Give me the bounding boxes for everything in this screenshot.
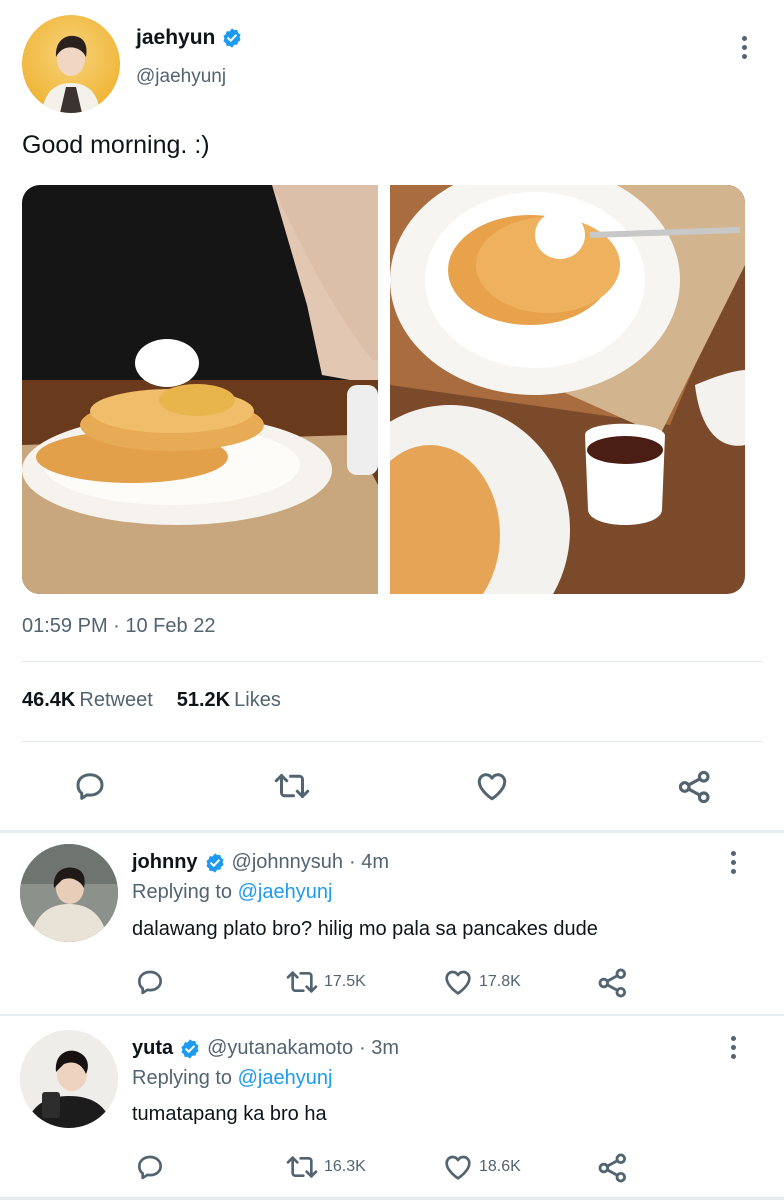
reply-time: · 3m bbox=[359, 1037, 400, 1059]
more-icon[interactable] bbox=[740, 36, 748, 59]
tweet-photo-1[interactable] bbox=[22, 185, 378, 594]
section-separator bbox=[0, 830, 784, 833]
reply-handle: @yutanakamoto bbox=[207, 1037, 354, 1059]
tweet-text: Good morning. :) bbox=[22, 131, 210, 159]
divider bbox=[22, 661, 762, 662]
likes-stat[interactable]: 51.2K Likes bbox=[177, 689, 281, 712]
retweet-button[interactable]: 17.5K bbox=[284, 966, 366, 998]
reply-avatar-johnny[interactable] bbox=[20, 844, 118, 942]
likes-count: 51.2K bbox=[176, 689, 231, 711]
retweet-button[interactable] bbox=[272, 768, 312, 804]
share-icon bbox=[678, 770, 710, 804]
verified-badge-icon bbox=[206, 852, 224, 873]
like-count: 18.6K bbox=[479, 1158, 521, 1175]
reply-button[interactable] bbox=[72, 768, 108, 804]
like-button[interactable]: 18.6K bbox=[441, 1151, 521, 1183]
retweet-icon bbox=[274, 774, 310, 798]
more-icon[interactable] bbox=[729, 851, 737, 874]
reply-name: johnny bbox=[132, 851, 198, 873]
replying-to-link[interactable]: @jaehyunj bbox=[238, 1067, 333, 1089]
more-icon[interactable] bbox=[729, 1036, 737, 1059]
retweet-stat[interactable]: 46.4K Retweet bbox=[22, 689, 153, 712]
replying-to-link[interactable]: @jaehyunj bbox=[238, 881, 333, 903]
tweet-stats: 46.4K Retweet 51.2K Likes bbox=[22, 689, 281, 712]
like-icon bbox=[445, 1155, 471, 1180]
replying-prefix: Replying to bbox=[132, 1067, 233, 1089]
author-handle[interactable]: @jaehyunj bbox=[136, 66, 226, 88]
retweet-count: 17.5K bbox=[324, 973, 366, 990]
reply-handle: @johnnysuh bbox=[231, 851, 344, 873]
reply-author-johnny[interactable]: johnny @johnnysuh · 4m bbox=[132, 851, 389, 874]
section-separator bbox=[0, 1014, 784, 1016]
divider bbox=[22, 741, 762, 742]
reply-name: yuta bbox=[132, 1037, 174, 1059]
author-name-text: jaehyun bbox=[136, 26, 216, 49]
reply-icon bbox=[138, 970, 162, 995]
retweet-count: 46.4K bbox=[22, 689, 76, 711]
retweet-button[interactable]: 16.3K bbox=[284, 1151, 366, 1183]
reply-time: · 4m bbox=[349, 851, 390, 873]
verified-badge-icon bbox=[181, 1038, 199, 1059]
like-icon bbox=[477, 773, 507, 801]
like-button[interactable]: 17.8K bbox=[441, 966, 521, 998]
reply-avatar-yuta[interactable] bbox=[20, 1030, 118, 1128]
reply-button[interactable] bbox=[134, 1151, 166, 1183]
replying-to: Replying to @jaehyunj bbox=[132, 1067, 332, 1090]
likes-label: Likes bbox=[234, 689, 281, 711]
tweet-photo-2[interactable] bbox=[390, 185, 745, 594]
like-count: 17.8K bbox=[479, 973, 521, 990]
share-button[interactable] bbox=[596, 1151, 630, 1185]
reply-author-yuta[interactable]: yuta @yutanakamoto · 3m bbox=[132, 1037, 399, 1060]
share-button[interactable] bbox=[596, 966, 630, 1000]
share-icon bbox=[598, 1153, 627, 1183]
replying-to: Replying to @jaehyunj bbox=[132, 881, 332, 904]
like-button[interactable] bbox=[473, 768, 511, 804]
retweet-icon bbox=[286, 1156, 318, 1178]
retweet-icon bbox=[286, 971, 318, 993]
author-name[interactable]: jaehyun bbox=[136, 26, 243, 50]
share-button[interactable] bbox=[676, 768, 714, 806]
retweet-count: 16.3K bbox=[324, 1158, 366, 1175]
reply-icon bbox=[138, 1155, 162, 1180]
tweet-timestamp[interactable]: 01:59 PM · 10 Feb 22 bbox=[22, 615, 215, 638]
reply-button[interactable] bbox=[134, 966, 166, 998]
retweet-label: Retweet bbox=[79, 689, 153, 711]
reply-text: tumatapang ka bro ha bbox=[132, 1103, 327, 1125]
replying-prefix: Replying to bbox=[132, 881, 233, 903]
like-icon bbox=[445, 970, 471, 995]
share-icon bbox=[598, 968, 627, 998]
reply-icon bbox=[76, 773, 104, 800]
verified-badge-icon bbox=[223, 28, 241, 48]
reply-text: dalawang plato bro? hilig mo pala sa pan… bbox=[132, 918, 598, 940]
author-avatar[interactable] bbox=[22, 15, 120, 113]
